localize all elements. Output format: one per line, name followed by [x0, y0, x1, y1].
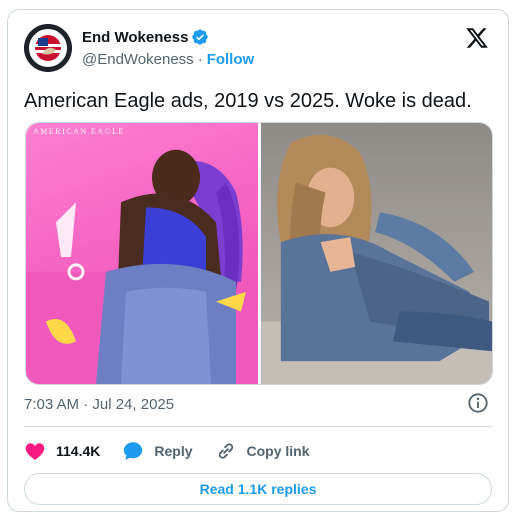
- divider: [24, 426, 492, 427]
- x-logo-icon[interactable]: [464, 26, 490, 50]
- user-handle[interactable]: @EndWokeness: [82, 51, 194, 68]
- follow-button[interactable]: Follow: [207, 51, 255, 68]
- like-count: 114.4K: [56, 443, 101, 459]
- read-replies-button[interactable]: Read 1.1K replies: [24, 473, 492, 505]
- media-image-2019-ad[interactable]: AMERICAN EAGLE: [26, 123, 258, 384]
- avatar-badge-icon: [24, 24, 72, 72]
- display-name[interactable]: End Wokeness: [82, 29, 188, 46]
- embedded-tweet-card: End Wokeness @EndWokeness · Follow Ameri…: [7, 9, 509, 512]
- reply-button[interactable]: Reply: [122, 440, 193, 462]
- heart-icon: [25, 443, 45, 460]
- reply-label: Reply: [154, 443, 193, 459]
- tweet-header: End Wokeness @EndWokeness · Follow: [24, 24, 492, 72]
- tweet-actions: 114.4K Reply Copy link: [24, 434, 332, 468]
- tweet-text: American Eagle ads, 2019 vs 2025. Woke i…: [24, 90, 472, 112]
- speech-bubble-icon: [124, 442, 143, 460]
- separator-dot: ·: [197, 51, 203, 68]
- ad-brand-label: AMERICAN EAGLE: [33, 127, 125, 136]
- ad-photo-2019: [26, 149, 258, 384]
- tweet-media[interactable]: AMERICAN EAGLE: [25, 122, 493, 385]
- info-icon[interactable]: [467, 392, 489, 414]
- avatar[interactable]: [24, 24, 72, 72]
- copy-link-button[interactable]: Copy link: [215, 440, 310, 462]
- ad-photo-2025: [261, 134, 492, 384]
- user-names: End Wokeness @EndWokeness · Follow: [82, 27, 255, 69]
- like-button[interactable]: 114.4K: [24, 440, 100, 462]
- copy-link-label: Copy link: [246, 443, 310, 459]
- link-icon: [218, 443, 233, 459]
- media-image-2025-ad[interactable]: [261, 123, 492, 384]
- tweet-timestamp[interactable]: 7:03 AM · Jul 24, 2025: [24, 396, 174, 413]
- verified-badge-icon: [192, 29, 209, 45]
